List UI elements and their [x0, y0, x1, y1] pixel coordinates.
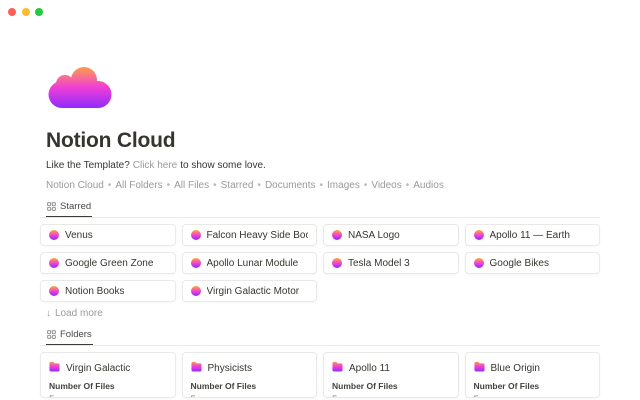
- click-here-link[interactable]: Click here: [133, 160, 177, 171]
- property-value: 5: [474, 395, 592, 398]
- file-cloud-icon: [191, 230, 201, 240]
- notion-cloud-logo[interactable]: [47, 65, 113, 109]
- section-label: Starred: [60, 201, 91, 212]
- gallery-grid-icon: [47, 330, 56, 339]
- file-card[interactable]: Tesla Model 3: [323, 252, 459, 274]
- tab-starred[interactable]: Starred: [46, 199, 92, 217]
- property-label: Number Of Files: [474, 382, 592, 391]
- property-label: Number Of Files: [191, 382, 309, 391]
- card-title: Google Bikes: [490, 258, 549, 269]
- folder-icon: [332, 359, 343, 377]
- nav-separator: •: [257, 180, 261, 191]
- card-header: Blue Origin: [474, 359, 592, 377]
- zoom-button[interactable]: [35, 8, 43, 16]
- folder-card[interactable]: Physicists Number Of Files 5: [182, 352, 318, 398]
- minimize-button[interactable]: [22, 8, 30, 16]
- nav-separator: •: [213, 180, 217, 191]
- nav-separator: •: [108, 180, 112, 191]
- card-title: Google Green Zone: [65, 258, 153, 269]
- property-value: 5: [49, 395, 167, 398]
- nav-separator: •: [406, 180, 410, 191]
- card-header: Physicists: [191, 359, 309, 377]
- gallery-sections: Starred Venus Falcon Heavy Side Boosters L…: [40, 198, 600, 400]
- file-cloud-icon: [332, 258, 342, 268]
- property-label: Number Of Files: [332, 382, 450, 391]
- card-title: Physicists: [208, 363, 252, 374]
- file-card[interactable]: Notion Books: [40, 280, 176, 302]
- card-title: Virgin Galactic Motor: [207, 286, 300, 297]
- nav-separator: •: [364, 180, 368, 191]
- down-arrow-icon: ↓: [46, 308, 51, 319]
- file-card[interactable]: Apollo Lunar Module: [182, 252, 318, 274]
- template-cta: Like the Template?Click hereto show some…: [40, 160, 600, 172]
- nav-link-documents[interactable]: Documents: [265, 180, 316, 191]
- folder-icon: [49, 359, 60, 377]
- file-cloud-icon: [49, 230, 59, 240]
- page-content: Notion Cloud Like the Template?Click her…: [40, 130, 600, 400]
- card-title: Apollo Lunar Module: [207, 258, 299, 269]
- file-cloud-icon: [474, 258, 484, 268]
- nav-separator: •: [320, 180, 324, 191]
- file-cloud-icon: [49, 286, 59, 296]
- page-title: Notion Cloud: [40, 130, 600, 152]
- card-title: Virgin Galactic: [66, 363, 130, 374]
- close-button[interactable]: [8, 8, 16, 16]
- property-value: 5: [332, 395, 450, 398]
- folder-icon: [191, 359, 202, 377]
- card-title: NASA Logo: [348, 230, 400, 241]
- file-card[interactable]: Virgin Galactic Motor: [182, 280, 318, 302]
- load-more-button[interactable]: ↓ Load more: [40, 308, 600, 319]
- file-card[interactable]: Falcon Heavy Side Boosters Landings: [182, 224, 318, 246]
- view-tabs: Starred: [40, 198, 600, 218]
- nav-link-notion-cloud[interactable]: Notion Cloud: [46, 180, 104, 191]
- property-label: Number Of Files: [49, 382, 167, 391]
- card-title: Blue Origin: [491, 363, 540, 374]
- file-cloud-icon: [191, 286, 201, 296]
- folder-card[interactable]: Virgin Galactic Number Of Files 5: [40, 352, 176, 398]
- file-card[interactable]: NASA Logo: [323, 224, 459, 246]
- card-header: Virgin Galactic: [49, 359, 167, 377]
- section-folders: FoldersVirgin GalacticNumber Of Files5Ph…: [40, 326, 600, 400]
- file-cloud-icon: [474, 230, 484, 240]
- file-card[interactable]: Google Bikes: [465, 252, 601, 274]
- section-starred: Starred Venus Falcon Heavy Side Boosters L…: [40, 198, 600, 319]
- folder-icon: [474, 359, 485, 377]
- card-title: Apollo 11: [349, 363, 390, 374]
- file-cloud-icon: [49, 258, 59, 268]
- load-more-label: Load more: [55, 308, 103, 319]
- view-nav: Notion Cloud•All Folders•All Files•Starr…: [40, 180, 600, 192]
- cta-prefix: Like the Template?: [46, 160, 130, 171]
- card-title: Falcon Heavy Side Boosters Landings: [207, 230, 309, 241]
- card-header: Apollo 11: [332, 359, 450, 377]
- window-controls: [8, 8, 43, 16]
- file-card[interactable]: Venus: [40, 224, 176, 246]
- view-tabs: Folders: [40, 326, 600, 346]
- file-cloud-icon: [332, 230, 342, 240]
- file-card[interactable]: Google Green Zone: [40, 252, 176, 274]
- section-label: Folders: [60, 329, 92, 340]
- tab-folders[interactable]: Folders: [46, 327, 93, 345]
- nav-link-all-folders[interactable]: All Folders: [115, 180, 162, 191]
- nav-link-audios[interactable]: Audios: [413, 180, 444, 191]
- folder-card[interactable]: Apollo 11 Number Of Files 5: [323, 352, 459, 398]
- card-title: Apollo 11 — Earth: [490, 230, 570, 241]
- folder-card[interactable]: Blue Origin Number Of Files 5: [465, 352, 601, 398]
- card-title: Venus: [65, 230, 93, 241]
- nav-link-starred[interactable]: Starred: [221, 180, 254, 191]
- file-cloud-icon: [191, 258, 201, 268]
- nav-link-videos[interactable]: Videos: [371, 180, 401, 191]
- card-title: Notion Books: [65, 286, 124, 297]
- nav-link-all-files[interactable]: All Files: [174, 180, 209, 191]
- cta-suffix: to show some love.: [180, 160, 266, 171]
- app-window: Notion Cloud Like the Template?Click her…: [0, 0, 640, 400]
- card-title: Tesla Model 3: [348, 258, 410, 269]
- file-card[interactable]: Apollo 11 — Earth: [465, 224, 601, 246]
- gallery-grid-icon: [47, 202, 56, 211]
- card-grid: Venus Falcon Heavy Side Boosters Landings…: [40, 224, 600, 302]
- property-value: 5: [191, 395, 309, 398]
- nav-separator: •: [167, 180, 171, 191]
- nav-link-images[interactable]: Images: [327, 180, 360, 191]
- card-grid: Virgin GalacticNumber Of Files5Physicist…: [40, 352, 600, 400]
